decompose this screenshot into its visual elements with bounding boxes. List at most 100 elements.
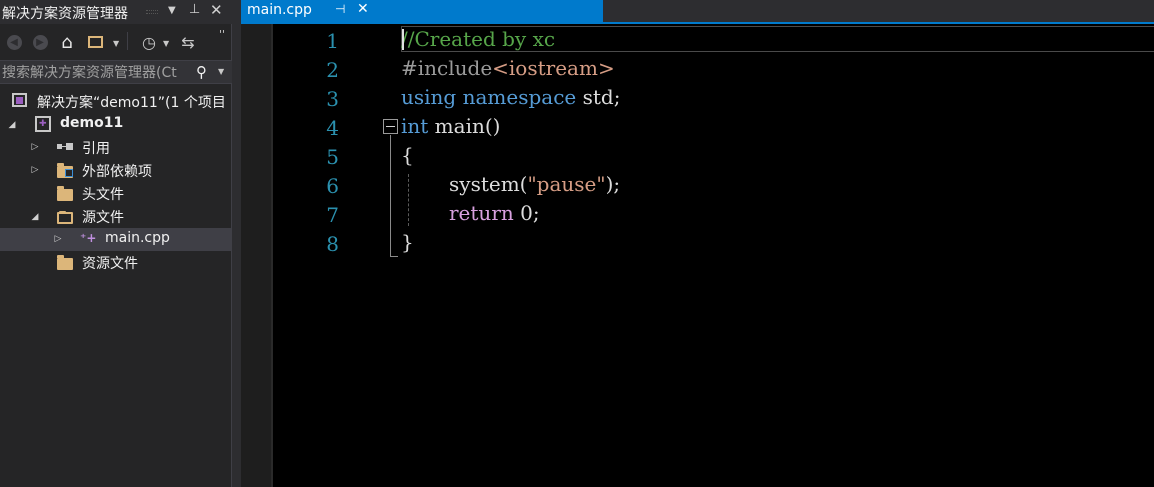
toolbar-overflow-icon[interactable]: '' — [219, 28, 225, 41]
keyword-token: int — [401, 114, 429, 138]
panel-menu-dropdown-icon[interactable]: ▼ — [168, 5, 176, 16]
collapse-arrow-icon[interactable]: ◢ — [30, 211, 40, 223]
line-number: 6 — [326, 174, 339, 198]
tree-item-label: 头文件 — [82, 187, 124, 203]
tree-item-label: demo11 — [60, 115, 124, 131]
forward-icon: ▶ — [32, 34, 48, 50]
string-token: "pause" — [527, 172, 606, 196]
switch-view-dropdown-icon[interactable]: ▼ — [113, 39, 119, 48]
identifier-token: 0; — [513, 201, 540, 225]
open-folder-icon — [57, 209, 73, 225]
switch-view-button[interactable] — [84, 31, 106, 53]
tree-item-solution[interactable]: 解决方案“demo11”(1 个项目 — [0, 90, 232, 113]
cpp-file-icon: ⁺+ — [80, 231, 97, 245]
panel-title: 解决方案资源管理器 — [2, 6, 128, 22]
identifier-token: main() — [428, 114, 501, 138]
line-number: 8 — [326, 232, 339, 256]
outline-end — [390, 256, 398, 257]
outline-line — [390, 135, 391, 257]
tree-item-label: 解决方案“demo11”(1 个项目 — [37, 95, 226, 111]
selection-margin — [271, 24, 273, 487]
switch-views-icon — [87, 36, 103, 48]
tree-item-label: main.cpp — [105, 230, 170, 246]
line-number: 5 — [326, 145, 339, 169]
home-button[interactable]: ⌂ — [56, 31, 78, 53]
panel-toolbar: ◀ ▶ ⌂ ▼ ◷ ▼ ⇆ '' — [0, 28, 232, 56]
identifier-token: std; — [576, 85, 621, 109]
sync-icon: ⇆ — [181, 32, 195, 52]
code-line-4[interactable]: int main() — [401, 114, 500, 138]
search-icon[interactable]: ⚲ — [196, 63, 207, 81]
tree-item-external-dependencies[interactable]: ▷ 外部依赖项 — [0, 159, 232, 182]
tree-item-source-files[interactable]: ◢ 源文件 — [0, 205, 232, 228]
tree-item-label: 源文件 — [82, 210, 124, 226]
tab-pin-icon[interactable]: ⊣ — [335, 2, 345, 16]
tree-item-label: 外部依赖项 — [82, 164, 152, 180]
keyword-token: namespace — [462, 85, 577, 109]
external-dependencies-icon — [57, 163, 73, 179]
tree-item-label: 引用 — [82, 141, 110, 157]
code-line-3[interactable]: using namespace std; — [401, 85, 620, 109]
line-number: 4 — [326, 116, 339, 140]
include-path-token: <iostream> — [492, 56, 615, 80]
references-icon — [57, 140, 73, 156]
pending-changes-dropdown-icon[interactable]: ▼ — [163, 39, 169, 48]
expand-arrow-icon[interactable]: ▷ — [30, 164, 40, 176]
tree-item-resource-files[interactable]: 资源文件 — [0, 251, 232, 274]
tab-main-cpp[interactable]: main.cpp ⊣ ✕ — [241, 0, 603, 22]
keyword-token: return — [449, 201, 514, 225]
search-box: ⚲ ▼ — [0, 60, 232, 84]
brace-token: } — [401, 230, 414, 254]
indent-guide — [408, 174, 409, 226]
line-number: 3 — [326, 87, 339, 111]
panel-titlebar: 解决方案资源管理器 ▼ ⊥ ✕ — [0, 0, 232, 24]
back-button[interactable]: ◀ — [3, 31, 25, 53]
solution-explorer-panel: 解决方案资源管理器 ▼ ⊥ ✕ ◀ ▶ ⌂ ▼ ◷ ▼ ⇆ '' ⚲ ▼ — [0, 0, 232, 487]
document-tab-bar: main.cpp ⊣ ✕ — [233, 0, 1154, 22]
keyword-token: using — [401, 85, 457, 109]
expand-arrow-icon[interactable]: ▷ — [53, 233, 63, 245]
search-input[interactable] — [2, 63, 190, 82]
filter-folder-icon — [57, 255, 73, 271]
line-number: 7 — [326, 203, 339, 227]
drag-grip[interactable] — [146, 10, 158, 14]
code-editor[interactable]: 1 2 3 4 5 6 7 8 //Created by xc #include… — [241, 22, 1154, 487]
search-options-dropdown-icon[interactable]: ▼ — [218, 67, 224, 76]
expand-arrow-icon[interactable]: ▷ — [30, 141, 40, 153]
indicator-margin — [241, 24, 271, 487]
code-line-1[interactable]: //Created by xc — [401, 27, 555, 51]
code-line-8[interactable]: } — [401, 230, 414, 254]
pending-changes-button[interactable]: ◷ — [138, 31, 160, 53]
line-number: 2 — [326, 58, 339, 82]
tree-item-header-files[interactable]: 头文件 — [0, 182, 232, 205]
cpp-project-icon: ✚ — [35, 116, 51, 132]
back-icon: ◀ — [6, 34, 22, 50]
identifier-token: system( — [449, 172, 528, 196]
brace-token: { — [401, 143, 414, 167]
solution-icon — [12, 93, 27, 107]
forward-button[interactable]: ▶ — [29, 31, 51, 53]
code-line-5[interactable]: { — [401, 143, 414, 167]
tab-label: main.cpp — [247, 2, 312, 18]
tree-item-main-cpp[interactable]: ▷ ⁺+ main.cpp — [0, 228, 232, 251]
collapse-arrow-icon[interactable]: ◢ — [7, 119, 17, 131]
text-caret — [402, 29, 404, 50]
pin-icon[interactable]: ⊥ — [189, 2, 200, 17]
filter-folder-icon — [57, 186, 73, 202]
preprocessor-token: #include — [401, 56, 493, 80]
punctuation-token: ); — [605, 172, 621, 196]
code-line-2[interactable]: #include<iostream> — [401, 56, 615, 80]
line-number: 1 — [326, 29, 339, 53]
code-line-6[interactable]: system("pause"); — [449, 172, 620, 196]
tree-item-references[interactable]: ▷ 引用 — [0, 136, 232, 159]
toolbar-separator — [127, 32, 128, 50]
code-line-7[interactable]: return 0; — [449, 201, 540, 225]
outline-collapse-toggle[interactable] — [383, 119, 398, 134]
comment-token: //Created by xc — [401, 27, 556, 51]
tab-close-icon[interactable]: ✕ — [357, 1, 369, 17]
sync-button[interactable]: ⇆ — [177, 31, 199, 53]
history-icon: ◷ — [142, 32, 156, 52]
tree-item-project[interactable]: ◢ ✚ demo11 — [0, 113, 232, 136]
close-icon[interactable]: ✕ — [210, 1, 223, 19]
tree-item-label: 资源文件 — [82, 256, 138, 272]
